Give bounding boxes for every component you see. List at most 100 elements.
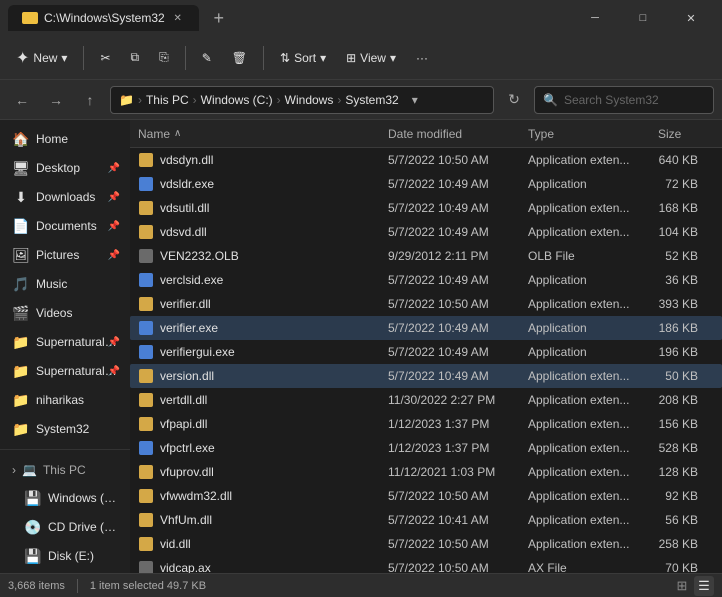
file-date-cell: 5/7/2022 10:41 AM xyxy=(388,513,528,527)
table-row[interactable]: version.dll 5/7/2022 10:49 AM Applicatio… xyxy=(130,364,722,388)
file-name-text: version.dll xyxy=(160,369,214,383)
sidebar-item-home[interactable]: 🏠 Home xyxy=(4,125,126,153)
new-tab-button[interactable]: + xyxy=(205,4,233,32)
forward-button[interactable]: → xyxy=(42,86,70,114)
sort-button[interactable]: ⇅ Sort ▾ xyxy=(272,42,334,74)
column-header-size[interactable]: Size xyxy=(658,127,714,141)
file-date-cell: 5/7/2022 10:50 AM xyxy=(388,537,528,551)
cut-button[interactable]: ✂ xyxy=(92,42,118,74)
breadcrumb-this-pc[interactable]: 📁 xyxy=(119,93,134,107)
sidebar-item-downloads[interactable]: ⬇ Downloads 📌 xyxy=(4,183,126,211)
file-name-text: vfpapi.dll xyxy=(160,417,207,431)
breadcrumb-dropdown[interactable]: ▾ xyxy=(403,88,427,112)
file-name-text: VEN2232.OLB xyxy=(160,249,239,263)
file-name-cell: vid.dll xyxy=(138,536,388,552)
sidebar-item-windows-c[interactable]: 💾 Windows (C:) xyxy=(4,484,126,512)
table-row[interactable]: vertdll.dll 11/30/2022 2:27 PM Applicati… xyxy=(130,388,722,412)
sidebar-item-documents[interactable]: 📄 Documents 📌 xyxy=(4,212,126,240)
search-icon: 🔍 xyxy=(543,93,558,107)
table-row[interactable]: VEN2232.OLB 9/29/2012 2:11 PM OLB File 5… xyxy=(130,244,722,268)
this-pc-chevron: › xyxy=(12,463,16,477)
toolbar: ✦ New ▾ ✂ ⧉ ⎘ ✎ 🗑 ⇅ Sort ▾ ⊞ View ▾ ··· xyxy=(0,36,722,80)
sidebar-label-disk-e: Disk (E:) xyxy=(48,549,94,563)
exe-icon xyxy=(139,177,153,191)
sidebar-item-music[interactable]: 🎵 Music xyxy=(4,270,126,298)
breadcrumb-system32[interactable]: System32 xyxy=(345,93,398,107)
view-button[interactable]: ⊞ View ▾ xyxy=(338,42,404,74)
file-size-cell: 104 KB xyxy=(658,225,714,239)
delete-button[interactable]: 🗑 xyxy=(224,42,255,74)
refresh-button[interactable]: ↻ xyxy=(500,86,528,114)
grid-view-button[interactable]: ⊞ xyxy=(672,576,692,596)
paste-button[interactable]: ⎘ xyxy=(151,42,177,74)
file-type-cell: Application exten... xyxy=(528,225,658,239)
exe-icon xyxy=(139,345,153,359)
sidebar-item-videos[interactable]: 🎬 Videos xyxy=(4,299,126,327)
table-row[interactable]: vidcap.ax 5/7/2022 10:50 AM AX File 70 K… xyxy=(130,556,722,573)
table-row[interactable]: vdsldr.exe 5/7/2022 10:49 AM Application… xyxy=(130,172,722,196)
file-type-cell: OLB File xyxy=(528,249,658,263)
table-row[interactable]: vdsdyn.dll 5/7/2022 10:50 AM Application… xyxy=(130,148,722,172)
back-button[interactable]: ← xyxy=(8,86,36,114)
sidebar-item-desktop[interactable]: 🖥 Desktop 📌 xyxy=(4,154,126,182)
table-row[interactable]: vid.dll 5/7/2022 10:50 AM Application ex… xyxy=(130,532,722,556)
file-size-cell: 156 KB xyxy=(658,417,714,431)
file-name-cell: verifier.dll xyxy=(138,296,388,312)
breadcrumb-bar[interactable]: 📁 › This PC › Windows (C:) › Windows › S… xyxy=(110,86,494,114)
table-row[interactable]: verifier.exe 5/7/2022 10:49 AM Applicati… xyxy=(130,316,722,340)
table-row[interactable]: vfpapi.dll 1/12/2023 1:37 PM Application… xyxy=(130,412,722,436)
file-type-cell: Application exten... xyxy=(528,513,658,527)
dll-icon xyxy=(139,417,153,431)
file-size-cell: 168 KB xyxy=(658,201,714,215)
more-button[interactable]: ··· xyxy=(408,42,436,74)
file-list-header: Name ∧ Date modified Type Size xyxy=(130,120,722,148)
sidebar-item-disk-e[interactable]: 💾 Disk (E:) xyxy=(4,542,126,570)
column-header-type[interactable]: Type xyxy=(528,127,658,141)
file-name-cell: VhfUm.dll xyxy=(138,512,388,528)
maximize-button[interactable]: □ xyxy=(620,0,666,36)
dll-icon xyxy=(139,393,153,407)
table-row[interactable]: vdsvd.dll 5/7/2022 10:49 AM Application … xyxy=(130,220,722,244)
table-row[interactable]: VhfUm.dll 5/7/2022 10:41 AM Application … xyxy=(130,508,722,532)
rename-button[interactable]: ✎ xyxy=(194,42,220,74)
sidebar-item-niharikas[interactable]: 📁 niharikas xyxy=(4,386,126,414)
column-header-name[interactable]: Name ∧ xyxy=(138,127,388,141)
table-row[interactable]: vfuprov.dll 11/12/2021 1:03 PM Applicati… xyxy=(130,460,722,484)
list-view-button[interactable]: ☰ xyxy=(694,576,714,596)
file-name-cell: vdsdyn.dll xyxy=(138,152,388,168)
rename-icon: ✎ xyxy=(202,51,212,65)
search-box[interactable]: 🔍 Search System32 xyxy=(534,86,714,114)
sidebar-item-supernatural2[interactable]: 📁 Supernatural S01E 📌 xyxy=(4,357,126,385)
view-dropdown-icon: ▾ xyxy=(390,51,396,65)
table-row[interactable]: vfpctrl.exe 1/12/2023 1:37 PM Applicatio… xyxy=(130,436,722,460)
tab-close-button[interactable]: ✕ xyxy=(171,11,185,25)
copy-button[interactable]: ⧉ xyxy=(123,42,148,74)
active-tab[interactable]: C:\Windows\System32 ✕ xyxy=(8,5,199,31)
table-row[interactable]: verifier.dll 5/7/2022 10:50 AM Applicati… xyxy=(130,292,722,316)
breadcrumb-windows-c[interactable]: Windows (C:) xyxy=(201,93,273,107)
table-row[interactable]: vdsutil.dll 5/7/2022 10:49 AM Applicatio… xyxy=(130,196,722,220)
file-name-text: vid.dll xyxy=(160,537,191,551)
breadcrumb-windows[interactable]: Windows xyxy=(285,93,334,107)
column-header-date[interactable]: Date modified xyxy=(388,127,528,141)
sidebar-item-supernatural1[interactable]: 📁 Supernatural S01E 📌 xyxy=(4,328,126,356)
file-name-text: vdsldr.exe xyxy=(160,177,214,191)
file-name-text: vertdll.dll xyxy=(160,393,207,407)
minimize-button[interactable]: ─ xyxy=(572,0,618,36)
window-controls: ─ □ ✕ xyxy=(572,0,714,36)
table-row[interactable]: verifiergui.exe 5/7/2022 10:49 AM Applic… xyxy=(130,340,722,364)
file-date-cell: 5/7/2022 10:50 AM xyxy=(388,561,528,573)
sidebar-item-disk-f[interactable]: 💾 Disk (F:) xyxy=(4,571,126,573)
close-button[interactable]: ✕ xyxy=(668,0,714,36)
up-button[interactable]: ↑ xyxy=(76,86,104,114)
table-row[interactable]: vfwwdm32.dll 5/7/2022 10:50 AM Applicati… xyxy=(130,484,722,508)
table-row[interactable]: verclsid.exe 5/7/2022 10:49 AM Applicati… xyxy=(130,268,722,292)
sidebar-item-system32[interactable]: 📁 System32 xyxy=(4,415,126,443)
file-date-cell: 5/7/2022 10:50 AM xyxy=(388,297,528,311)
sidebar-label-cd-drive-d: CD Drive (D:) WI xyxy=(48,520,118,534)
new-button[interactable]: ✦ New ▾ xyxy=(8,42,75,74)
sidebar-this-pc-header[interactable]: › 💻 This PC xyxy=(4,457,126,483)
sidebar-item-pictures[interactable]: 🖼 Pictures 📌 xyxy=(4,241,126,269)
breadcrumb-this-pc-label[interactable]: This PC xyxy=(146,93,189,107)
sidebar-item-cd-drive-d[interactable]: 💿 CD Drive (D:) WI xyxy=(4,513,126,541)
